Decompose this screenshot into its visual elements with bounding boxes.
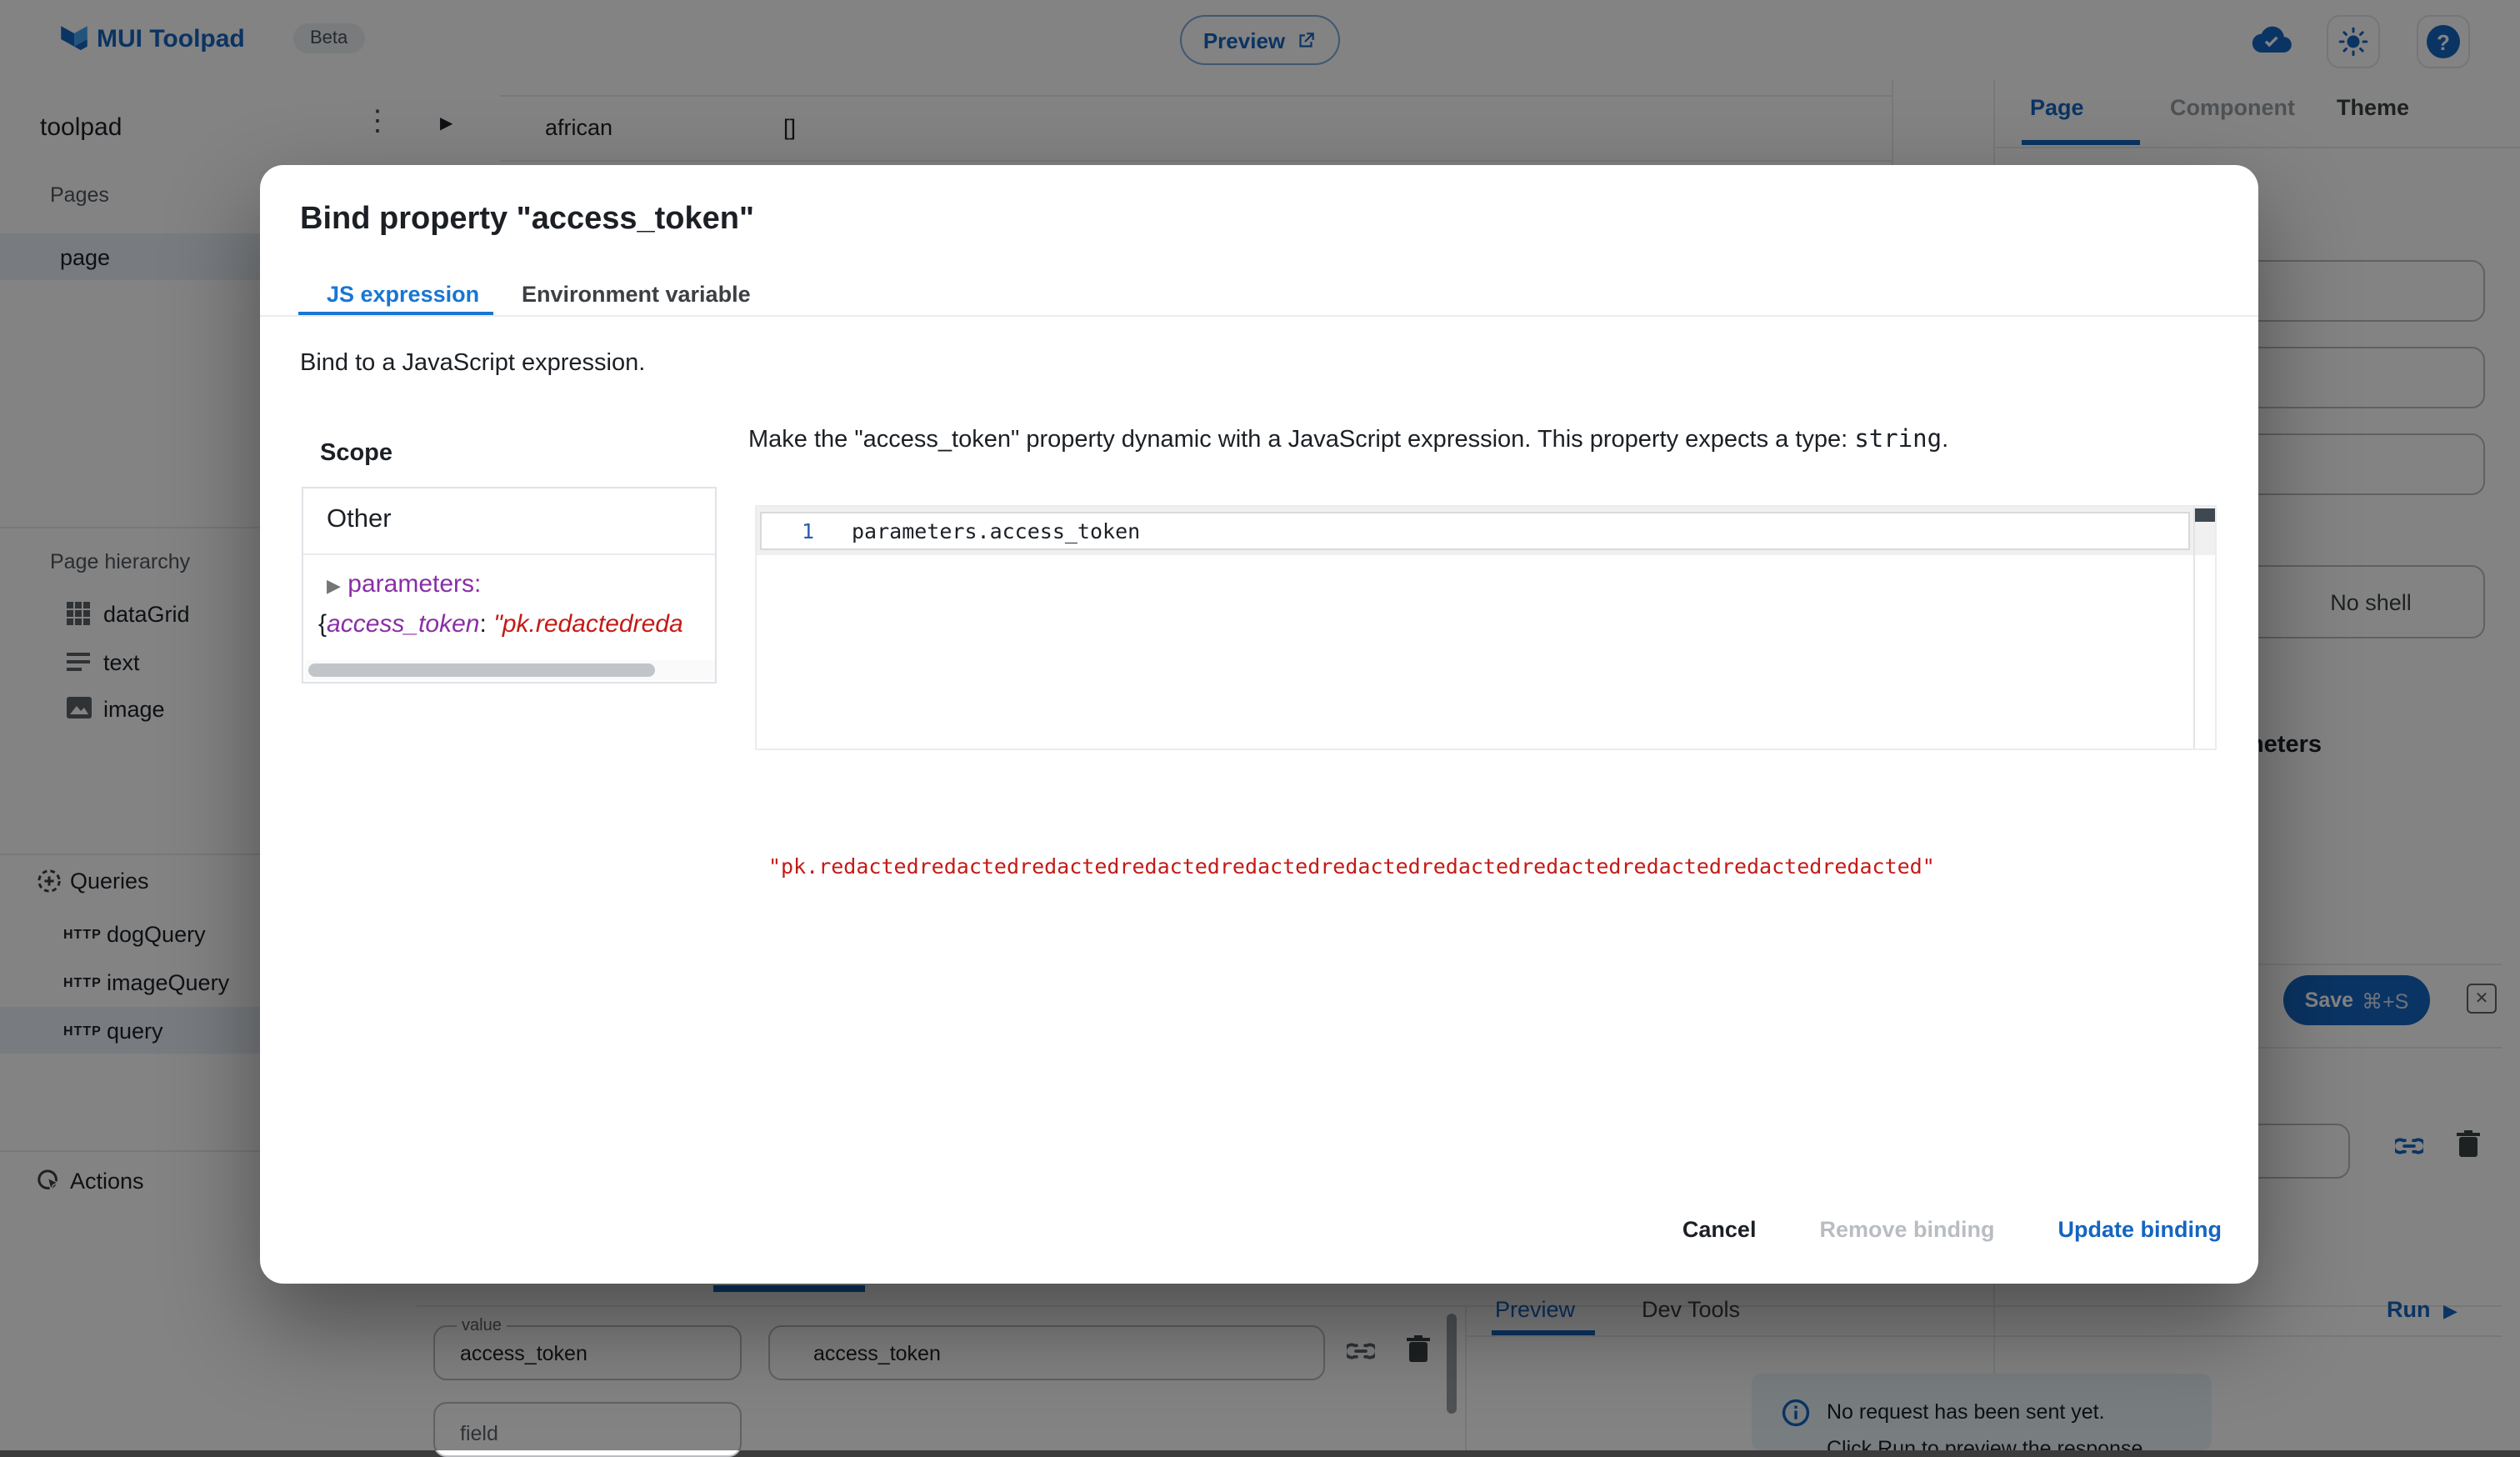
preview-value: "pk.redactedreda (493, 610, 683, 638)
dialog-title: Bind property "access_token" (300, 202, 754, 237)
scope-group-label: Other (327, 505, 392, 533)
editor-code: parameters.access_token (852, 518, 1141, 543)
evaluated-result: "pk.redactedredactedredactedredactedreda… (768, 854, 1935, 879)
preview-key: access_token (327, 610, 480, 638)
dialog-subtitle: Bind to a JavaScript expression. (300, 350, 646, 377)
scope-node-parameters[interactable]: ▶ parameters: (327, 570, 481, 598)
scope-node-key: parameters: (348, 570, 482, 598)
scope-horizontal-scrollbar[interactable] (305, 660, 715, 680)
editor-line-number: 1 (802, 518, 815, 543)
expected-type: string (1854, 427, 1942, 453)
scope-tree: Other ▶ parameters: {access_token: "pk.r… (302, 487, 717, 683)
preview-brace: { (318, 610, 328, 638)
dialog-description: Make the "access_token" property dynamic… (748, 427, 1948, 453)
tab-js-expression[interactable]: JS expression (327, 282, 479, 307)
remove-binding-button[interactable]: Remove binding (1819, 1217, 1994, 1242)
editor-scrollbar-track (2193, 507, 2195, 749)
scope-node-preview: {access_token: "pk.redactedreda (318, 610, 683, 638)
bind-property-dialog: Bind property "access_token" JS expressi… (260, 165, 2258, 1284)
description-text: Make the "access_token" property dynamic… (748, 427, 1855, 453)
scope-divider (303, 553, 715, 555)
editor-scrollbar-thumb[interactable] (2195, 508, 2215, 522)
scope-heading: Scope (320, 440, 393, 467)
tab-environment-variable[interactable]: Environment variable (522, 282, 751, 307)
description-period: . (1942, 427, 1949, 453)
update-binding-button[interactable]: Update binding (2058, 1217, 2222, 1242)
js-expression-editor[interactable]: 1 parameters.access_token (755, 505, 2217, 750)
toolpad-app: MUI Toolpad Beta Preview ? toolpad ⋮ Pag… (0, 0, 2520, 1457)
scrollbar-thumb[interactable] (308, 663, 655, 677)
tree-expander-icon[interactable]: ▶ (327, 577, 341, 597)
tabs-divider (260, 315, 2258, 317)
cancel-button[interactable]: Cancel (1682, 1217, 1757, 1242)
dialog-actions: Cancel Remove binding Update binding (1682, 1217, 2222, 1242)
preview-colon: : (479, 610, 494, 638)
